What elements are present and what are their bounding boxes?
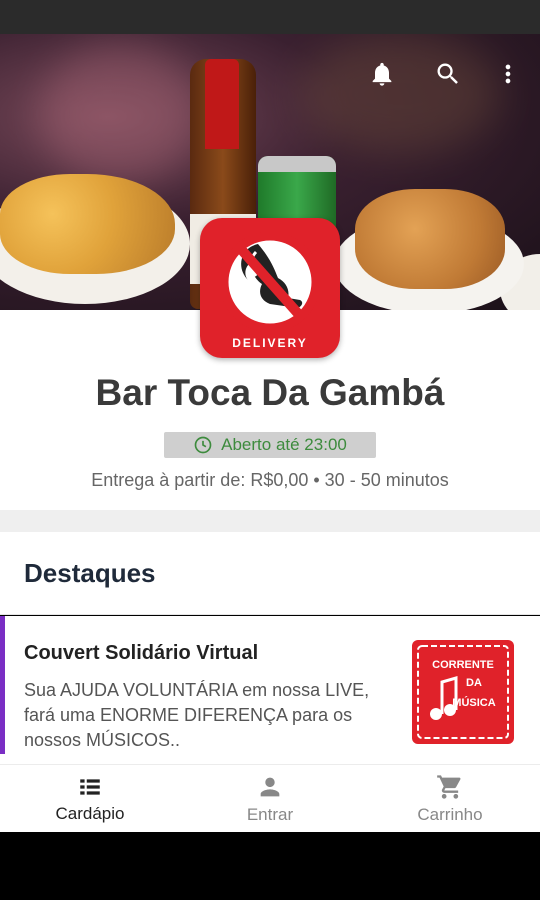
product-image-text-1: CORRENTE [432, 659, 494, 671]
highlight-accent-bar [0, 616, 5, 754]
bottom-navigation: Cardápio Entrar Carrinho [0, 764, 540, 832]
nav-item-cardapio[interactable]: Cardápio [0, 765, 180, 833]
store-name: Bar Toca Da Gambá [95, 372, 445, 413]
nav-label-entrar: Entrar [246, 805, 294, 824]
open-status-text: Aberto até 23:00 [221, 435, 347, 454]
open-status-badge: Aberto até 23:00 [164, 432, 376, 458]
top-action-bar [0, 34, 540, 114]
nav-label-carrinho: Carrinho [417, 805, 483, 824]
nav-item-carrinho[interactable]: Carrinho [360, 765, 540, 833]
highlights-section: Destaques [0, 532, 540, 615]
logo-text: DELIVERY [232, 336, 308, 350]
menu-list-icon [80, 779, 100, 795]
more-vertical-icon[interactable] [490, 56, 526, 92]
person-icon [260, 777, 280, 797]
product-image-text-2: DA [466, 677, 482, 689]
product-image: CORRENTE DA MÚSICA [410, 638, 516, 746]
cart-icon [437, 775, 461, 799]
nav-label-cardapio: Cardápio [55, 804, 125, 823]
product-name: Couvert Solidário Virtual [24, 642, 259, 664]
product-image-text-3: MÚSICA [452, 696, 495, 709]
status-bar [0, 0, 540, 34]
clock-icon [194, 436, 212, 454]
section-title: Destaques [24, 558, 156, 588]
nav-item-entrar[interactable]: Entrar [180, 765, 360, 833]
store-logo: DELIVERY [200, 218, 340, 358]
search-icon[interactable] [430, 56, 466, 92]
list-item[interactable]: Couvert Solidário Virtual Sua AJUDA VOLU… [0, 616, 540, 764]
bell-icon[interactable] [364, 56, 400, 92]
delivery-info: Entrega à partir de: R$0,00 • 30 - 50 mi… [91, 470, 449, 490]
system-navigation-bar [0, 832, 540, 900]
product-description: Sua AJUDA VOLUNTÁRIA em nossa LIVE, fará… [24, 680, 370, 750]
section-divider [0, 510, 540, 532]
